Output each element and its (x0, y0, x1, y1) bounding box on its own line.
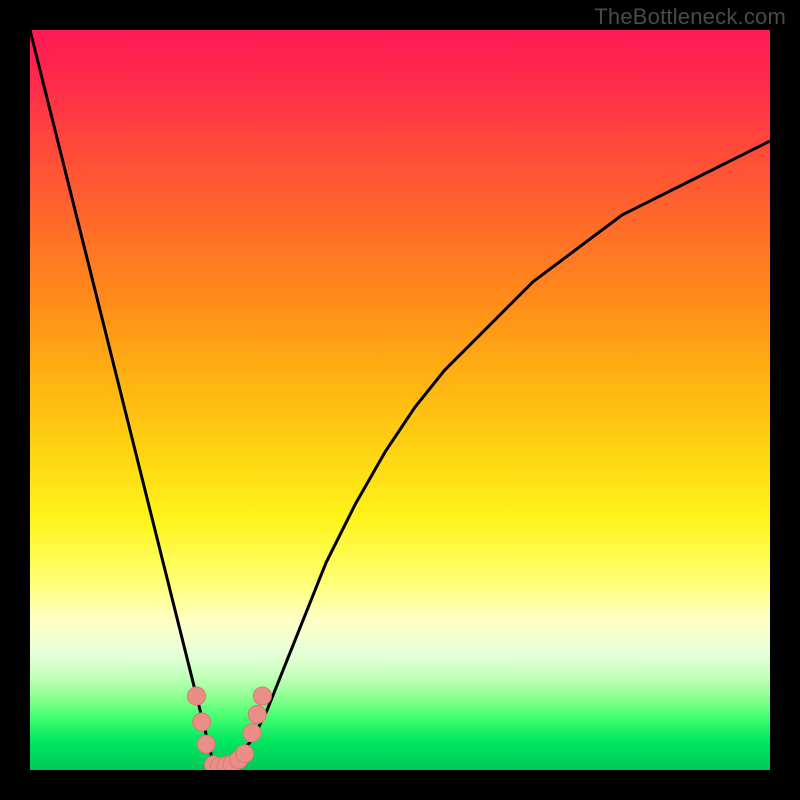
data-marker (248, 706, 266, 724)
watermark-text: TheBottleneck.com (594, 4, 786, 30)
data-marker (236, 745, 254, 763)
bottleneck-curve (30, 30, 770, 770)
data-marker (253, 687, 271, 705)
curve-markers (188, 687, 272, 770)
chart-frame: TheBottleneck.com (0, 0, 800, 800)
curve-line (30, 30, 770, 770)
data-marker (193, 713, 211, 731)
plot-area (30, 30, 770, 770)
data-marker (188, 687, 206, 705)
data-marker (197, 735, 215, 753)
data-marker (243, 724, 261, 742)
